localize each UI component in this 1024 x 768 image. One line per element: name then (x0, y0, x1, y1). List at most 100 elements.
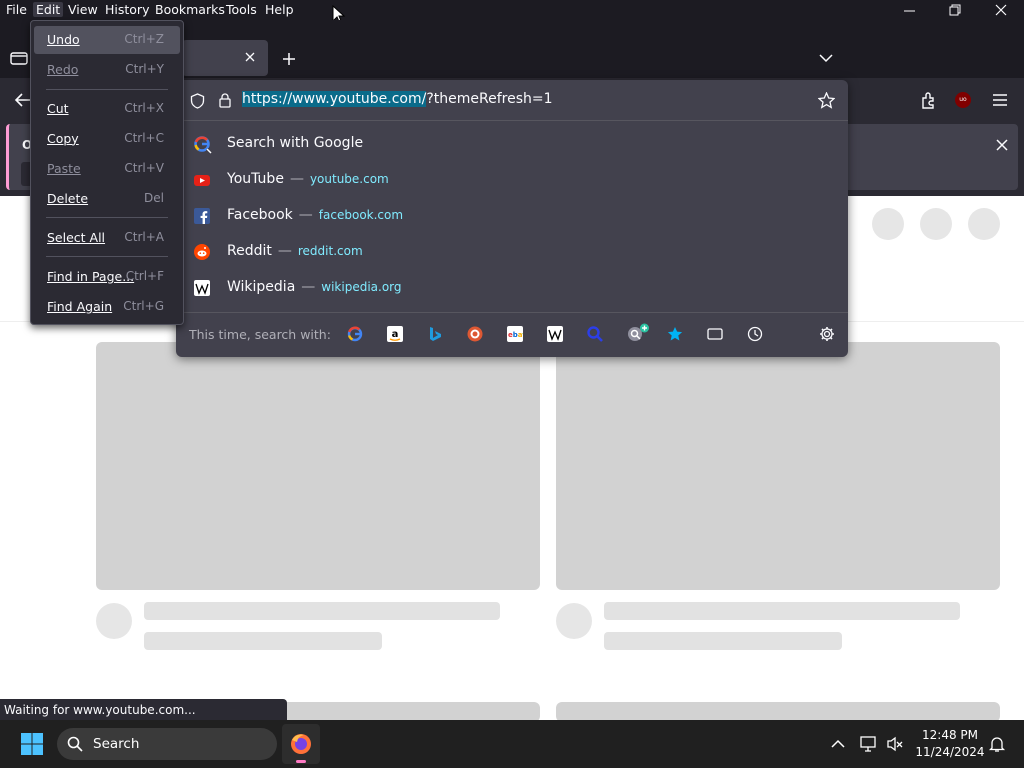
suggestion-title: Wikipedia (227, 279, 296, 295)
suggestion-wikipedia[interactable]: Wikipedia — wikipedia.org (184, 270, 840, 306)
amazon-engine-icon[interactable]: a (387, 326, 403, 342)
google-engine-icon[interactable] (347, 326, 363, 342)
skeleton-thumbnail (556, 702, 1000, 722)
urlbar[interactable]: https://www.youtube.com/?themeRefresh=1 (176, 80, 848, 121)
network-icon[interactable] (860, 735, 878, 753)
menu-file[interactable]: File (3, 2, 30, 17)
menu-tools[interactable]: Tools (223, 2, 260, 17)
taskbar-search-box[interactable]: Search (57, 728, 277, 760)
menu-item-label: Find Again (47, 299, 113, 314)
tabs-search-icon[interactable] (707, 326, 723, 342)
menu-help[interactable]: Help (262, 2, 297, 17)
add-search-engine-icon[interactable] (627, 323, 651, 343)
suggestion-facebook[interactable]: Facebook — facebook.com (184, 198, 840, 234)
history-search-icon[interactable] (747, 326, 763, 342)
separator-dash: — (277, 243, 292, 259)
taskbar-firefox-button[interactable] (282, 724, 320, 764)
skeleton-line (604, 632, 842, 650)
suggestion-reddit[interactable]: Reddit — reddit.com (184, 234, 840, 270)
menu-item-copy[interactable]: Copy Ctrl+C (34, 125, 180, 153)
menu-bar: File Edit View History Bookmarks Tools H… (0, 0, 1024, 25)
facebook-icon (194, 208, 210, 224)
restore-icon[interactable] (944, 3, 968, 17)
menu-item-redo[interactable]: Redo Ctrl+Y (34, 56, 180, 84)
menu-item-cut[interactable]: Cut Ctrl+X (34, 95, 180, 123)
menu-item-shortcut: Ctrl+Y (125, 62, 164, 76)
notifications-bell-icon[interactable] (988, 735, 1006, 753)
menu-item-select-all[interactable]: Select All Ctrl+A (34, 224, 180, 252)
close-icon[interactable] (990, 3, 1014, 17)
skeleton-thumbnail (556, 342, 1000, 590)
minimize-icon[interactable] (898, 4, 922, 18)
active-tab[interactable] (182, 40, 268, 76)
hamburger-menu-icon[interactable] (992, 93, 1008, 107)
skeleton-avatar (968, 208, 1000, 240)
wikipedia-engine-icon[interactable] (547, 326, 563, 342)
suggestion-title: Facebook (227, 207, 293, 223)
suggestion-title: Search with Google (227, 135, 364, 151)
ublock-origin-icon[interactable]: uo (955, 92, 971, 108)
active-app-indicator (296, 760, 306, 763)
status-panel: Waiting for www.youtube.com... (0, 699, 287, 720)
extensions-icon[interactable] (920, 91, 938, 109)
list-all-tabs-icon[interactable] (818, 52, 834, 64)
menu-item-label: Paste (47, 161, 81, 176)
taskbar-search-placeholder: Search (93, 736, 140, 752)
taskbar-time[interactable]: 12:48 PM (914, 728, 986, 742)
menu-item-shortcut: Ctrl+A (124, 230, 164, 244)
reddit-icon (194, 244, 210, 260)
url-remaining-text: ?themeRefresh=1 (426, 91, 553, 107)
menu-item-shortcut: Ctrl+F (125, 269, 164, 283)
suggestion-url: wikipedia.org (321, 280, 402, 294)
tab-overview-icon[interactable] (10, 50, 28, 66)
menu-separator (46, 89, 168, 90)
tracking-protection-shield-icon[interactable] (190, 93, 205, 109)
close-notification-icon[interactable] (995, 138, 1009, 152)
windows-start-icon[interactable] (21, 733, 43, 755)
search-settings-gear-icon[interactable] (819, 326, 835, 342)
search-with-label: This time, search with: (189, 327, 331, 342)
menu-bookmarks[interactable]: Bookmarks (152, 2, 228, 17)
suggestion-text: YouTube — youtube.com (227, 171, 389, 187)
new-tab-icon[interactable] (281, 51, 297, 67)
menu-item-delete[interactable]: Delete Del (34, 185, 180, 213)
close-tab-icon[interactable] (244, 51, 256, 63)
menu-item-label: Cut (47, 101, 69, 116)
suggestion-youtube[interactable]: YouTube — youtube.com (184, 162, 840, 198)
bookmarks-search-icon[interactable] (667, 326, 683, 342)
menu-edit[interactable]: Edit (33, 2, 64, 17)
url-input[interactable]: https://www.youtube.com/?themeRefresh=1 (242, 91, 553, 107)
lock-icon[interactable] (218, 92, 232, 108)
search-engine-icon[interactable] (587, 326, 603, 342)
menu-history[interactable]: History (102, 2, 152, 17)
separator-dash: — (301, 279, 316, 295)
firefox-icon (289, 732, 313, 756)
search-icon (67, 736, 83, 752)
suggestion-title: YouTube (227, 171, 284, 187)
suggestion-search-google[interactable]: Search with Google (184, 126, 840, 162)
skeleton-avatar (556, 603, 592, 639)
menu-view[interactable]: View (65, 2, 101, 17)
bookmark-star-icon[interactable] (818, 92, 835, 109)
menu-item-undo[interactable]: Undo Ctrl+Z (34, 26, 180, 54)
taskbar-date[interactable]: 11/24/2024 (914, 745, 986, 759)
suggestion-title: Reddit (227, 243, 272, 259)
skeleton-avatar (96, 603, 132, 639)
skeleton-line (604, 602, 960, 620)
show-hidden-icons-chevron-icon[interactable] (830, 738, 846, 750)
menu-item-label: Delete (47, 191, 89, 206)
skeleton-line (144, 602, 500, 620)
duckduckgo-engine-icon[interactable] (467, 326, 483, 342)
volume-muted-icon[interactable] (886, 735, 904, 753)
menu-item-find-in-page[interactable]: Find in Page... Ctrl+F (34, 263, 180, 291)
suggestion-url: youtube.com (309, 172, 389, 186)
menu-item-shortcut: Ctrl+C (124, 131, 164, 145)
menu-separator (46, 256, 168, 257)
menu-item-label: Select All (47, 230, 106, 245)
menu-item-shortcut: Del (144, 191, 164, 205)
menu-item-paste[interactable]: Paste Ctrl+V (34, 155, 180, 183)
suggestion-url: reddit.com (297, 244, 363, 258)
menu-item-find-again[interactable]: Find Again Ctrl+G (34, 293, 180, 321)
bing-engine-icon[interactable] (427, 326, 443, 342)
ebay-engine-icon[interactable]: ebay (507, 326, 523, 342)
